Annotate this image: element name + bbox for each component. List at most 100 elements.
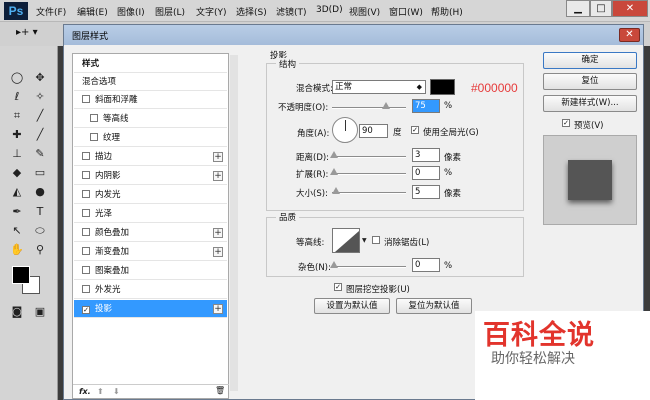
opacity-slider-thumb[interactable] (382, 102, 390, 109)
pen-tool-icon[interactable]: ✒ (9, 204, 25, 220)
menu-edit[interactable]: 编辑(E) (77, 5, 108, 18)
move-tool-icon[interactable]: ✥ (32, 70, 48, 86)
minimize-button[interactable]: ▁ (566, 0, 590, 17)
antialias-checkbox[interactable] (372, 236, 380, 244)
size-input[interactable]: 5 (412, 185, 440, 199)
eraser-tool-icon[interactable]: ◆ (9, 165, 25, 181)
distance-slider[interactable] (332, 156, 406, 158)
style-item[interactable]: 外发光 (74, 281, 227, 299)
quick-mask-icon[interactable]: ◙ (9, 304, 25, 320)
spread-input[interactable]: 0 (412, 166, 440, 180)
style-item-checkbox[interactable] (90, 133, 98, 141)
add-style-plus-icon[interactable]: + (213, 228, 223, 238)
type-tool-icon[interactable]: T (32, 204, 48, 220)
menu-filter[interactable]: 滤镜(T) (276, 5, 307, 18)
noise-slider[interactable] (332, 266, 406, 268)
noise-slider-thumb[interactable] (330, 261, 338, 268)
noise-input[interactable]: 0 (412, 258, 440, 272)
styles-header[interactable]: 样式 (74, 55, 227, 73)
blend-options-item[interactable]: 混合选项 (74, 73, 227, 91)
distance-slider-thumb[interactable] (330, 151, 338, 158)
spread-slider-thumb[interactable] (330, 168, 338, 175)
menu-type[interactable]: 文字(Y) (196, 5, 227, 18)
contour-dropdown-icon[interactable]: ▼ (362, 237, 367, 244)
knockout-checkbox[interactable]: ✓ (334, 283, 342, 291)
shadow-color-swatch[interactable] (430, 79, 455, 95)
dialog-close-button[interactable]: ✕ (619, 28, 640, 42)
style-item[interactable]: 等高线 (74, 110, 227, 128)
style-item[interactable]: 颜色叠加 + (74, 224, 227, 242)
style-item[interactable]: 内发光 (74, 186, 227, 204)
fx-icon[interactable]: fx. (79, 387, 91, 396)
opacity-slider[interactable] (332, 107, 406, 109)
menu-layer[interactable]: 图层(L) (155, 5, 185, 18)
crop-tool-icon[interactable]: ⌗ (9, 108, 25, 124)
marquee-tool-icon[interactable]: ◯ (9, 70, 25, 86)
move-down-icon[interactable]: ⬇ (113, 387, 120, 396)
add-style-plus-icon[interactable]: + (213, 247, 223, 257)
set-default-button[interactable]: 设置为默认值 (314, 298, 390, 314)
style-item-checkbox[interactable] (82, 190, 90, 198)
style-item[interactable]: 光泽 (74, 205, 227, 223)
menu-view[interactable]: 视图(V) (349, 5, 380, 18)
contour-picker[interactable] (332, 228, 360, 253)
angle-dial[interactable] (332, 117, 358, 143)
preview-checkbox[interactable]: ✓ (562, 119, 570, 127)
new-style-button[interactable]: 新建样式(W)... (543, 95, 637, 112)
style-item-checkbox[interactable] (82, 285, 90, 293)
angle-input[interactable]: 90 (359, 124, 388, 138)
history-brush-tool-icon[interactable]: ✎ (32, 146, 48, 162)
style-item-checkbox[interactable] (82, 209, 90, 217)
add-style-plus-icon[interactable]: + (213, 152, 223, 162)
stamp-tool-icon[interactable]: ⊥ (9, 146, 25, 162)
style-item[interactable]: ✓ 投影 + (74, 300, 227, 318)
shape-tool-icon[interactable]: ⬭ (32, 223, 48, 239)
style-item[interactable]: 纹理 (74, 129, 227, 147)
style-item-checkbox[interactable] (90, 114, 98, 122)
eyedropper-tool-icon[interactable]: ╱ (32, 108, 48, 124)
maximize-button[interactable]: □ (590, 0, 612, 17)
spread-slider[interactable] (332, 173, 406, 175)
style-item-checkbox[interactable] (82, 152, 90, 160)
zoom-tool-icon[interactable]: ⚲ (32, 242, 48, 258)
reset-button[interactable]: 复位 (543, 73, 637, 90)
menu-window[interactable]: 窗口(W) (389, 5, 423, 18)
gradient-tool-icon[interactable]: ▭ (32, 165, 48, 181)
style-item[interactable]: 图案叠加 (74, 262, 227, 280)
style-item-checkbox[interactable] (82, 247, 90, 255)
blend-mode-select[interactable]: 正常 ◆ (332, 80, 426, 94)
foreground-color-swatch[interactable] (12, 266, 30, 284)
style-item-checkbox[interactable] (82, 266, 90, 274)
style-item-checkbox[interactable] (82, 171, 90, 179)
magic-wand-tool-icon[interactable]: ✧ (32, 89, 48, 105)
style-item-checkbox[interactable] (82, 95, 90, 103)
opacity-input[interactable]: 75 (412, 99, 440, 113)
distance-input[interactable]: 3 (412, 148, 440, 162)
hand-tool-icon[interactable]: ✋ (9, 242, 25, 258)
style-item[interactable]: 描边 + (74, 148, 227, 166)
menu-3d[interactable]: 3D(D) (316, 5, 343, 15)
screen-mode-icon[interactable]: ▣ (32, 304, 48, 320)
style-item[interactable]: 内阴影 + (74, 167, 227, 185)
add-style-plus-icon[interactable]: + (213, 171, 223, 181)
style-item[interactable]: 渐变叠加 + (74, 243, 227, 261)
blur-tool-icon[interactable]: ◭ (9, 184, 25, 200)
styles-list-scrollbar[interactable] (230, 55, 238, 391)
lasso-tool-icon[interactable]: ℓ (9, 89, 25, 105)
menu-image[interactable]: 图像(I) (117, 5, 145, 18)
path-select-tool-icon[interactable]: ↖ (9, 223, 25, 239)
style-item[interactable]: 斜面和浮雕 (74, 91, 227, 109)
move-tool-icon[interactable]: ▸+ ▾ (16, 27, 38, 38)
brush-tool-icon[interactable]: ╱ (32, 127, 48, 143)
menu-file[interactable]: 文件(F) (36, 5, 66, 18)
style-item-checkbox[interactable] (82, 228, 90, 236)
dodge-tool-icon[interactable]: ● (32, 184, 48, 200)
move-up-icon[interactable]: ⬆ (97, 387, 104, 396)
use-global-light-checkbox[interactable]: ✓ (411, 126, 419, 134)
menu-select[interactable]: 选择(S) (236, 5, 267, 18)
close-window-button[interactable]: ✕ (612, 0, 648, 17)
menu-help[interactable]: 帮助(H) (431, 5, 463, 18)
size-slider-thumb[interactable] (332, 187, 340, 194)
add-style-plus-icon[interactable]: + (213, 304, 223, 314)
trash-icon[interactable]: 🗑 (215, 386, 225, 395)
